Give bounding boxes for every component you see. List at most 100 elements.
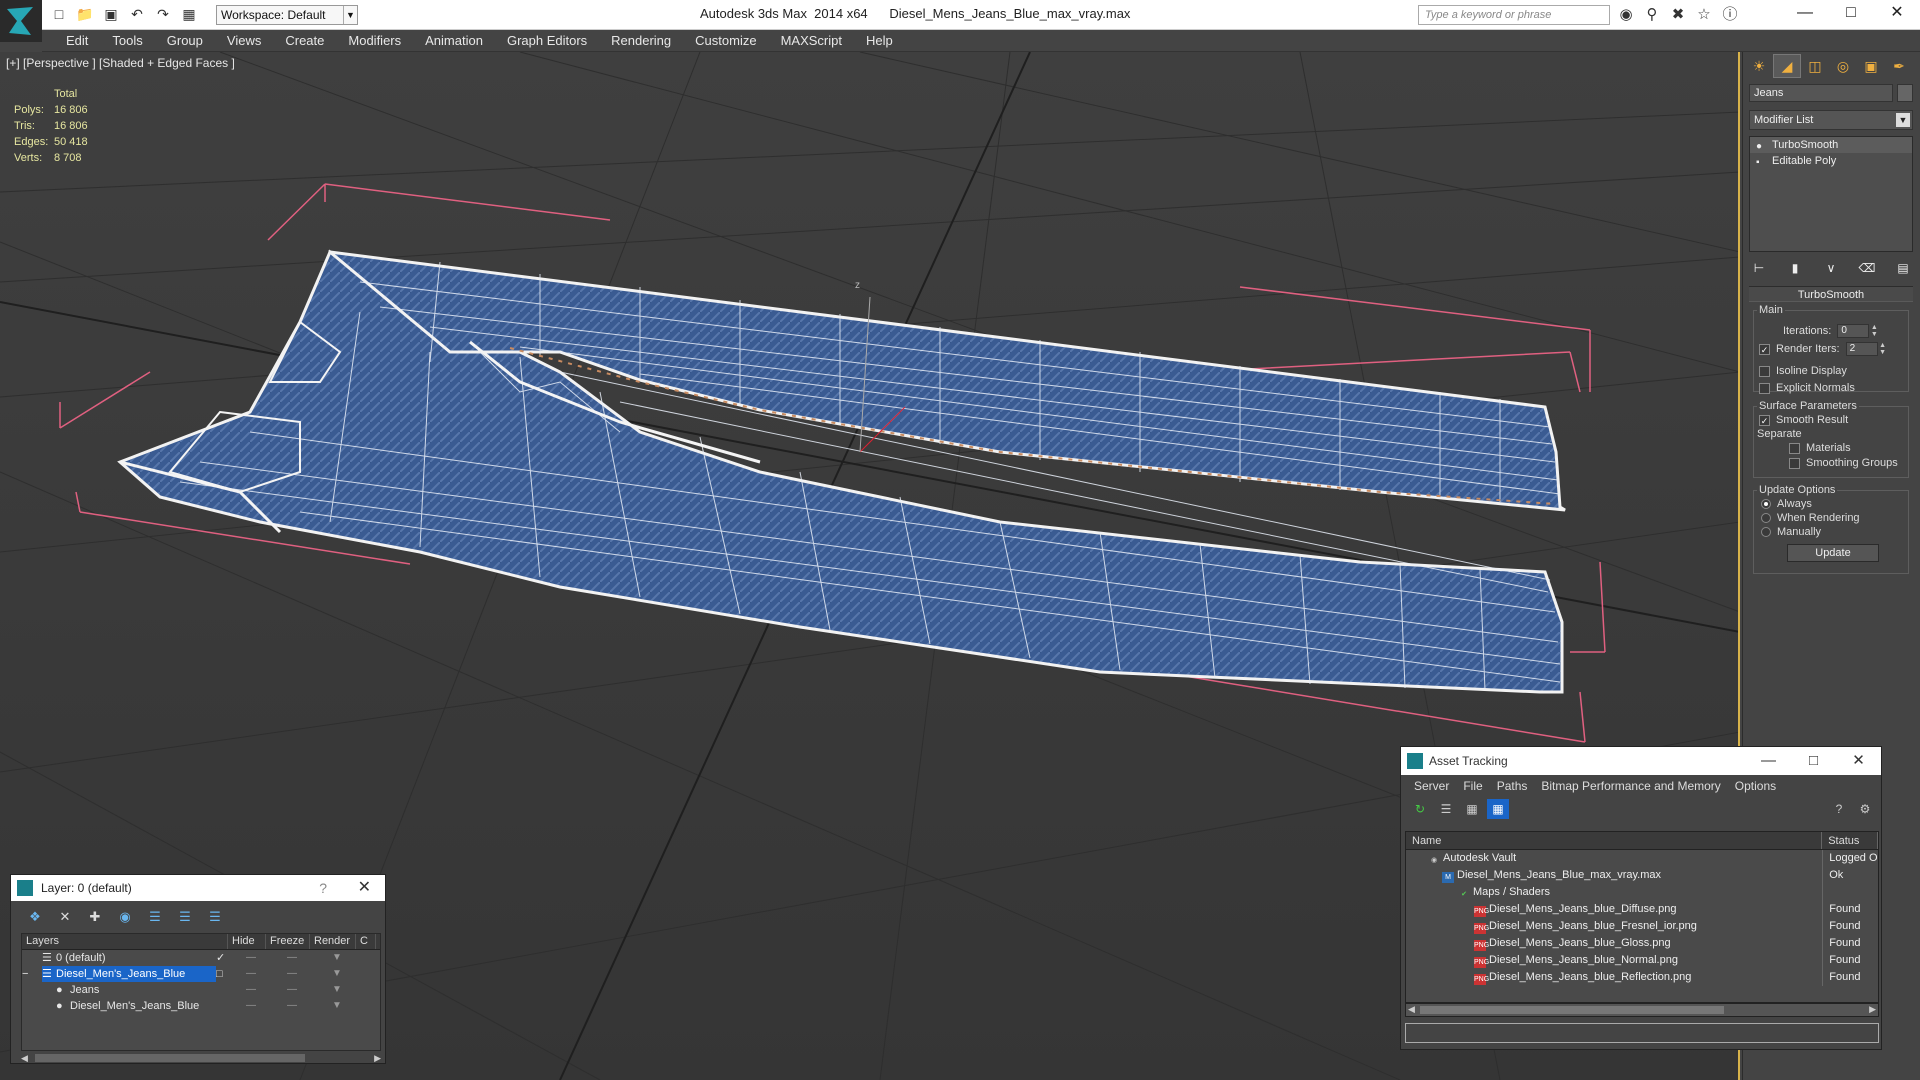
table-row[interactable]: ✔ Maps / Shaders bbox=[1406, 884, 1878, 901]
menu-help[interactable]: Help bbox=[854, 30, 905, 51]
hierarchy-tab-icon[interactable]: ◫ bbox=[1801, 54, 1829, 78]
list-view-icon[interactable]: ☰ bbox=[1435, 799, 1457, 819]
maximize-icon[interactable]: □ bbox=[1791, 747, 1836, 775]
menu-views[interactable]: Views bbox=[215, 30, 273, 51]
freeze-toggle[interactable]: — bbox=[270, 950, 314, 966]
freeze-toggle[interactable]: — bbox=[270, 982, 314, 998]
pin-stack-icon[interactable]: ⊢ bbox=[1749, 258, 1769, 278]
column-header-render[interactable]: Render bbox=[310, 934, 356, 949]
collapse-icon[interactable]: − bbox=[22, 966, 42, 982]
column-header-status[interactable]: Status bbox=[1822, 832, 1878, 849]
isoline-checkbox[interactable] bbox=[1759, 365, 1770, 377]
menu-options[interactable]: Options bbox=[1728, 775, 1783, 797]
help-icon[interactable]: ⓘ bbox=[1720, 5, 1740, 25]
table-row[interactable]: PNGDiesel_Mens_Jeans_blue_Reflection.png… bbox=[1406, 969, 1878, 986]
horizontal-scrollbar[interactable]: ◀ ▶ bbox=[21, 1053, 381, 1063]
render-iters-spinner[interactable]: 2 bbox=[1845, 342, 1878, 356]
subscription-icon[interactable]: ⚲ bbox=[1642, 5, 1662, 25]
favorites-star-icon[interactable]: ☆ bbox=[1694, 5, 1714, 25]
close-icon[interactable]: ✕ bbox=[358, 875, 371, 901]
new-file-icon[interactable]: □ bbox=[48, 4, 70, 24]
configure-sets-icon[interactable]: ▤ bbox=[1893, 258, 1913, 278]
materials-checkbox[interactable] bbox=[1789, 442, 1800, 454]
minimize-icon[interactable]: — bbox=[1782, 0, 1828, 28]
asset-dialog-titlebar[interactable]: Asset Tracking — □ ✕ bbox=[1401, 747, 1881, 775]
menu-server[interactable]: Server bbox=[1407, 775, 1456, 797]
column-header-layers[interactable]: Layers bbox=[22, 934, 228, 949]
spinner-arrows-icon[interactable]: ▲ ▼ bbox=[1869, 324, 1879, 338]
horizontal-scrollbar[interactable]: ◀ ▶ bbox=[1405, 1003, 1879, 1017]
smooth-result-checkbox[interactable]: ✓ bbox=[1759, 414, 1770, 426]
menu-group[interactable]: Group bbox=[155, 30, 215, 51]
utilities-tab-icon[interactable]: ✒ bbox=[1885, 54, 1913, 78]
show-end-result-icon[interactable]: ▮ bbox=[1785, 258, 1805, 278]
menu-bitmap-performance[interactable]: Bitmap Performance and Memory bbox=[1534, 775, 1727, 797]
scrollbar-thumb[interactable] bbox=[35, 1054, 305, 1062]
select-in-layer-icon[interactable]: ◉ bbox=[115, 907, 135, 927]
stack-item-turbosmooth[interactable]: ● TurboSmooth bbox=[1750, 137, 1912, 153]
hide-toggle[interactable]: — bbox=[232, 966, 270, 982]
table-row[interactable]: PNGDiesel_Mens_Jeans_blue_Diffuse.png Fo… bbox=[1406, 901, 1878, 918]
undo-icon[interactable]: ↶ bbox=[126, 4, 148, 24]
add-to-layer-icon[interactable]: ✚ bbox=[85, 907, 105, 927]
object-color-swatch[interactable] bbox=[1897, 84, 1913, 102]
object-row[interactable]: ● Jeans — — ▼ bbox=[22, 982, 380, 998]
explicit-normals-checkbox[interactable] bbox=[1759, 382, 1770, 394]
redo-icon[interactable]: ↷ bbox=[152, 4, 174, 24]
render-teapot-icon[interactable]: ▼ bbox=[314, 982, 360, 998]
menu-create[interactable]: Create bbox=[273, 30, 336, 51]
project-folder-icon[interactable]: ▦ bbox=[178, 4, 200, 24]
viewport-label[interactable]: [+] [Perspective ] [Shaded + Edged Faces… bbox=[6, 56, 235, 70]
close-icon[interactable]: ✕ bbox=[1874, 0, 1920, 28]
create-layer-icon[interactable]: ❖ bbox=[25, 907, 45, 927]
app-logo[interactable] bbox=[0, 0, 42, 42]
column-header-freeze[interactable]: Freeze bbox=[266, 934, 310, 949]
update-button[interactable]: Update bbox=[1787, 544, 1879, 562]
menu-tools[interactable]: Tools bbox=[100, 30, 154, 51]
turbosmooth-rollout-header[interactable]: TurboSmooth bbox=[1749, 286, 1913, 302]
asset-path-field[interactable] bbox=[1405, 1023, 1879, 1043]
scrollbar-thumb[interactable] bbox=[1420, 1006, 1724, 1014]
column-header-hide[interactable]: Hide bbox=[228, 934, 266, 949]
table-row[interactable]: ◉ Autodesk Vault Logged O bbox=[1406, 850, 1878, 867]
help-icon[interactable]: ? bbox=[319, 875, 327, 901]
search-input[interactable]: Type a keyword or phrase bbox=[1418, 5, 1610, 25]
hide-toggle[interactable]: — bbox=[232, 998, 270, 1014]
menu-paths[interactable]: Paths bbox=[1490, 775, 1535, 797]
table-row[interactable]: PNGDiesel_Mens_Jeans_blue_Gloss.png Foun… bbox=[1406, 935, 1878, 952]
menu-customize[interactable]: Customize bbox=[683, 30, 768, 51]
scroll-right-icon[interactable]: ▶ bbox=[1869, 1004, 1876, 1015]
layer-row-selected[interactable]: − ☰ Diesel_Men's_Jeans_Blue □ — — ▼ bbox=[22, 966, 380, 982]
layer-row[interactable]: ☰ 0 (default) ✓ — — ▼ bbox=[22, 950, 380, 966]
object-row[interactable]: ● Diesel_Men's_Jeans_Blue — — ▼ bbox=[22, 998, 380, 1014]
table-row[interactable]: PNGDiesel_Mens_Jeans_blue_Fresnel_ior.pn… bbox=[1406, 918, 1878, 935]
render-iters-checkbox[interactable]: ✓ bbox=[1759, 343, 1770, 355]
scroll-right-icon[interactable]: ▶ bbox=[374, 1053, 381, 1064]
make-unique-icon[interactable]: ∨ bbox=[1821, 258, 1841, 278]
freeze-toggle[interactable]: — bbox=[270, 998, 314, 1014]
menu-edit[interactable]: Edit bbox=[54, 30, 100, 51]
maximize-icon[interactable]: □ bbox=[1828, 0, 1874, 28]
stack-item-editable-poly[interactable]: ▪ Editable Poly bbox=[1750, 153, 1912, 169]
create-tab-icon[interactable]: ☀ bbox=[1745, 54, 1773, 78]
menu-file[interactable]: File bbox=[1456, 775, 1489, 797]
display-tab-icon[interactable]: ▣ bbox=[1857, 54, 1885, 78]
iterations-spinner[interactable]: 0 bbox=[1837, 324, 1870, 338]
open-file-icon[interactable]: 📁 bbox=[74, 4, 96, 24]
expand-icon[interactable]: ▪ bbox=[1756, 155, 1760, 171]
column-header-color[interactable]: C bbox=[356, 934, 376, 949]
set-current-icon[interactable]: □ bbox=[216, 966, 232, 982]
scroll-left-icon[interactable]: ◀ bbox=[1408, 1004, 1415, 1015]
render-teapot-icon[interactable]: ▼ bbox=[314, 966, 360, 982]
menu-animation[interactable]: Animation bbox=[413, 30, 495, 51]
table-row[interactable]: PNGDiesel_Mens_Jeans_blue_Normal.png Fou… bbox=[1406, 952, 1878, 969]
communication-icon[interactable]: ✖ bbox=[1668, 5, 1688, 25]
menu-rendering[interactable]: Rendering bbox=[599, 30, 683, 51]
refresh-icon[interactable]: ↻ bbox=[1409, 799, 1431, 819]
render-teapot-icon[interactable]: ▼ bbox=[314, 950, 360, 966]
remove-modifier-icon[interactable]: ⌫ bbox=[1857, 258, 1877, 278]
smoothing-groups-checkbox[interactable] bbox=[1789, 457, 1800, 469]
hide-all-layers-icon[interactable]: ☰ bbox=[175, 907, 195, 927]
menu-maxscript[interactable]: MAXScript bbox=[769, 30, 854, 51]
motion-tab-icon[interactable]: ◎ bbox=[1829, 54, 1857, 78]
